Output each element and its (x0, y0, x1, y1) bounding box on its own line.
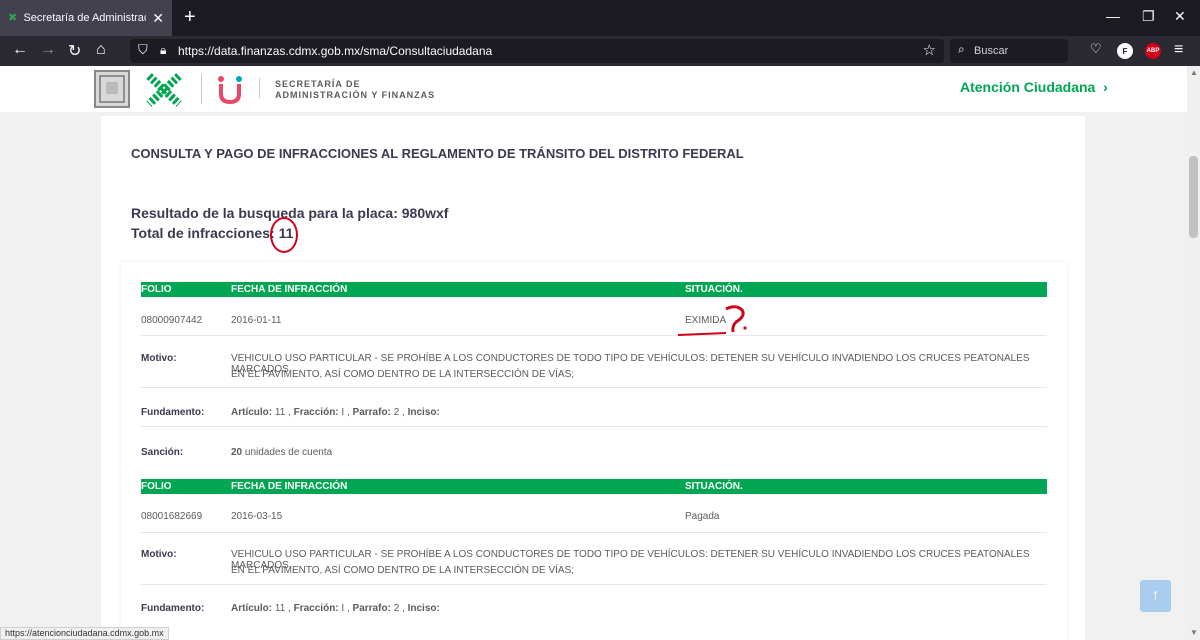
motivo-line-2: EN EL PAVIMENTO, ASÍ COMO DENTRO DE LA I… (231, 565, 575, 576)
tab-title: Secretaría de Administración y Finanzas (23, 12, 146, 24)
u-logo (215, 74, 245, 106)
divider (259, 78, 260, 98)
search-placeholder: Buscar (974, 45, 1009, 57)
status-bar-url: https://atencionciudadana.cdmx.gob.mx (0, 627, 169, 640)
parrafo-label: Parrafo: (352, 407, 391, 418)
url-text[interactable]: https://data.finanzas.cdmx.gob.mx/sma/Co… (178, 44, 492, 58)
browser-tab[interactable]: ✖ Secretaría de Administración y Finanza… (0, 0, 172, 36)
infracciones-list: FOLIO FECHA DE INFRACCIÓN SITUACIÓN. 080… (121, 262, 1067, 640)
new-tab-icon[interactable]: + (184, 6, 196, 29)
pocket-icon[interactable]: ♡ (1090, 41, 1102, 57)
browser-tab-bar: ✖ Secretaría de Administración y Finanza… (0, 0, 1200, 36)
sancion-number: 20 (231, 447, 243, 458)
forward-icon[interactable]: → (40, 41, 56, 59)
parrafo-value: 2 (393, 603, 400, 614)
page-scrollbar[interactable]: ▲ ▼ (1187, 66, 1200, 640)
search-input[interactable]: ⌕ Buscar (950, 39, 1068, 63)
annotation-question-mark (677, 305, 747, 336)
reload-icon[interactable]: ↻ (68, 41, 81, 61)
result-label: Resultado de la busqueda para la placa: (131, 205, 398, 221)
fraccion-value: I (341, 407, 345, 418)
bookmark-star-icon[interactable]: ☆ (923, 41, 936, 59)
header-situacion: SITUACIÓN. (685, 481, 743, 492)
fundamento-label: Fundamento: (141, 407, 205, 418)
arrow-up-icon: ↑ (1151, 587, 1160, 604)
divider (141, 584, 1047, 585)
lock-icon[interactable]: 🔒︎ (160, 43, 166, 58)
articulo-value: 11 (274, 407, 286, 418)
motivo-line-2: EN EL PAVIMENTO, ASÍ COMO DENTRO DE LA I… (231, 369, 575, 380)
tracking-shield-icon[interactable]: ⛉ (138, 42, 148, 58)
sancion-unit: unidades de cuenta (244, 447, 333, 458)
parrafo-label: Parrafo: (352, 603, 391, 614)
secretaria-line1: SECRETARÍA DE (275, 79, 361, 89)
situacion-value: Pagada (685, 511, 720, 522)
motivo-label: Motivo: (141, 353, 177, 364)
site-favicon-icon: ✖ (8, 12, 18, 24)
annotation-circle (270, 217, 298, 253)
divider (141, 532, 1047, 533)
content-card: CONSULTA Y PAGO DE INFRACCIONES AL REGLA… (101, 116, 1085, 640)
fundamento-label: Fundamento: (141, 603, 205, 614)
sancion-value: 20 unidades de cuenta (231, 447, 332, 458)
placa-value: 980wxf (401, 205, 449, 221)
coat-of-arms-logo (94, 70, 130, 108)
folio-value: 08001682669 (141, 511, 203, 522)
total-label: Total de infracciones: (131, 225, 275, 241)
divider (141, 335, 1047, 336)
parrafo-value: 2 (393, 407, 400, 418)
fundamento-value: Artículo: 11 , Fracción: I , Parrafo: 2 … (231, 407, 440, 418)
atencion-label[interactable]: Atención Ciudadana (960, 79, 1095, 95)
table-header: FOLIO FECHA DE INFRACCIÓN SITUACIÓN. (141, 282, 1047, 297)
scroll-down-icon[interactable]: ▼ (1190, 628, 1198, 637)
divider (201, 74, 202, 104)
header-folio: FOLIO (141, 284, 172, 295)
divider (141, 426, 1047, 427)
fraccion-label: Fracción: (293, 603, 339, 614)
fecha-value: 2016-03-15 (231, 511, 283, 522)
table-header: FOLIO FECHA DE INFRACCIÓN SITUACIÓN. (141, 479, 1047, 494)
fundamento-value: Artículo: 11 , Fracción: I , Parrafo: 2 … (231, 603, 440, 614)
atencion-ciudadana-link[interactable]: Atención Ciudadana › (960, 79, 1108, 95)
fecha-value: 2016-01-11 (231, 315, 282, 326)
close-tab-icon[interactable]: ✕ (152, 10, 164, 27)
site-header: SECRETARÍA DE ADMINISTRACIÓN Y FINANZAS … (0, 66, 1187, 112)
adblock-plus-icon[interactable]: ABP (1145, 43, 1161, 59)
extension-f-icon[interactable]: F (1117, 43, 1133, 59)
divider (141, 387, 1047, 388)
back-to-top-button[interactable]: ↑ (1140, 580, 1171, 612)
articulo-label: Artículo: (231, 603, 273, 614)
folio-value: 08000907442 (141, 315, 203, 326)
chevron-right-icon: › (1099, 79, 1108, 95)
home-icon[interactable]: ⌂ (96, 41, 106, 59)
articulo-label: Artículo: (231, 407, 273, 418)
fraccion-label: Fracción: (293, 407, 339, 418)
header-fecha: FECHA DE INFRACCIÓN (231, 284, 348, 295)
scroll-up-icon[interactable]: ▲ (1190, 68, 1198, 77)
secretaria-line2: ADMINISTRACIÓN Y FINANZAS (275, 90, 436, 100)
header-fecha: FECHA DE INFRACCIÓN (231, 481, 348, 492)
inciso-label: Inciso: (407, 407, 440, 418)
header-situacion: SITUACIÓN. (685, 284, 743, 295)
articulo-value: 11 (274, 603, 286, 614)
motivo-label: Motivo: (141, 549, 177, 560)
minimize-icon[interactable]: — (1106, 8, 1120, 24)
close-window-icon[interactable]: ✕ (1174, 8, 1186, 25)
fraccion-value: I (341, 603, 345, 614)
browser-nav-bar: ← → ↻ ⌂ ⛉ 🔒︎ https://data.finanzas.cdmx.… (0, 36, 1200, 66)
scroll-thumb[interactable] (1189, 156, 1198, 238)
inciso-label: Inciso: (407, 603, 440, 614)
search-icon: ⌕ (958, 42, 965, 56)
back-icon[interactable]: ← (12, 41, 28, 59)
total-line: Total de infracciones: 11 (131, 225, 293, 241)
menu-icon[interactable]: ≡ (1174, 41, 1183, 59)
header-folio: FOLIO (141, 481, 172, 492)
secretaria-name: SECRETARÍA DE ADMINISTRACIÓN Y FINANZAS (275, 79, 435, 101)
sancion-label: Sanción: (141, 447, 184, 458)
address-bar[interactable]: ⛉ 🔒︎ https://data.finanzas.cdmx.gob.mx/s… (130, 39, 944, 63)
web-page: SECRETARÍA DE ADMINISTRACIÓN Y FINANZAS … (0, 66, 1187, 640)
restore-icon[interactable]: ❐ (1142, 8, 1155, 25)
cdmx-logo (143, 70, 185, 110)
page-title: CONSULTA Y PAGO DE INFRACCIONES AL REGLA… (131, 146, 744, 161)
